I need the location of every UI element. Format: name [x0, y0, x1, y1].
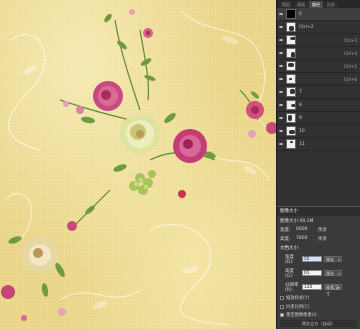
flower-thumb-icon	[286, 22, 296, 32]
layer-row[interactable]: 7	[277, 86, 360, 99]
resolution-label: 分辨率(R):	[285, 282, 299, 293]
scale-styles-checkbox[interactable]	[280, 296, 284, 301]
layer-name: 6	[299, 11, 302, 17]
doc-height-row: 高度(G): 65 厘米	[277, 266, 360, 280]
black-square-icon	[286, 9, 296, 19]
layer-list: 6 Ctrl+2 Ctrl+3 Ctrl+4 Ctrl+5 Ctrl+6 7 8 9 10 11	[277, 8, 360, 151]
image-size-text: 图像大小:49.1M	[280, 218, 314, 224]
doc-width-row: 宽度(D): 55 厘米	[277, 252, 360, 266]
scale-styles-row[interactable]: 缩放样式(Y)	[277, 294, 360, 302]
layer-row[interactable]: Ctrl+6	[277, 73, 360, 86]
pixel-width-label: 宽度:	[280, 227, 291, 233]
eye-icon[interactable]	[278, 102, 284, 108]
layer-row[interactable]: 9	[277, 112, 360, 125]
doc-height-unit-select[interactable]: 厘米	[324, 270, 342, 277]
layer-name: 8	[299, 102, 302, 108]
layer-row[interactable]: 6	[277, 8, 360, 21]
eye-icon[interactable]	[278, 50, 284, 56]
layer-row[interactable]: Ctrl+5	[277, 60, 360, 73]
layer-name: 7	[299, 89, 302, 95]
flower-thumb-icon	[286, 139, 296, 149]
resolution-input[interactable]: 120	[302, 284, 322, 290]
flower-thumb-icon	[286, 48, 296, 58]
image-size-info: 图像大小:49.1M	[277, 216, 360, 225]
eye-icon[interactable]	[278, 141, 284, 147]
pixel-width-value: 6600	[296, 227, 308, 232]
doc-width-label: 宽度(D):	[285, 254, 294, 265]
pixel-height-row: 高度: 7800 像素	[277, 234, 360, 243]
doc-width-unit-select[interactable]: 厘米	[324, 256, 342, 263]
eye-icon[interactable]	[278, 128, 284, 134]
layer-row[interactable]: Ctrl+3	[277, 34, 360, 47]
layer-name: 9	[299, 115, 302, 121]
flower-thumb-icon	[286, 74, 296, 84]
layer-shortcut: Ctrl+6	[343, 76, 357, 82]
eye-icon[interactable]	[278, 115, 284, 121]
eye-icon[interactable]	[278, 76, 284, 82]
layer-row[interactable]: 11	[277, 138, 360, 151]
document-size-section: 文档大小:	[280, 246, 300, 251]
layer-shortcut: Ctrl+5	[343, 63, 357, 69]
constrain-label: 约束比例(C)	[286, 304, 310, 310]
pixel-width-unit: 像素	[318, 227, 327, 233]
resample-method-select[interactable]: 两次立方（自动）	[280, 320, 357, 327]
layer-shortcut: Ctrl+4	[343, 50, 357, 56]
layer-row[interactable]: Ctrl+2	[277, 21, 360, 34]
layer-row[interactable]: Ctrl+4	[277, 47, 360, 60]
resample-row[interactable]: 重定图像像素(I):	[277, 311, 360, 319]
pixel-width-row: 宽度: 6600 像素	[277, 225, 360, 234]
layer-name: 10	[299, 128, 305, 134]
layers-panel: 图层 通道 路径 历史 6 Ctrl+2 Ctrl+3 Ctrl+4 Ctrl+5 Ctr…	[276, 0, 360, 206]
layer-name: Ctrl+2	[299, 24, 314, 30]
layer-row[interactable]: 10	[277, 125, 360, 138]
constrain-checkbox[interactable]	[280, 304, 284, 309]
flower-thumb-icon	[286, 61, 296, 71]
flower-thumb-icon	[286, 113, 296, 123]
constrain-row[interactable]: 约束比例(C)	[277, 302, 360, 310]
image-size-dialog: 图像大小 图像大小:49.1M 宽度: 6600 像素 高度: 7800 像素 …	[276, 206, 360, 329]
resolution-unit-select[interactable]: 像素/英寸	[324, 284, 342, 296]
flower-thumb-icon	[286, 87, 296, 97]
tab-layers[interactable]: 图层	[279, 1, 293, 8]
resample-checkbox[interactable]	[280, 312, 284, 317]
tab-history[interactable]: 历史	[324, 1, 338, 8]
flower-thumb-icon	[286, 35, 296, 45]
layer-row[interactable]: 8	[277, 99, 360, 112]
doc-width-input[interactable]: 55	[302, 256, 322, 262]
panel-tabs: 图层 通道 路径 历史	[277, 0, 360, 8]
dialog-title: 图像大小	[277, 207, 360, 216]
scale-styles-label: 缩放样式(Y)	[286, 296, 310, 302]
floral-artwork	[1, 9, 276, 326]
layer-name: 11	[299, 141, 305, 147]
eye-icon[interactable]	[278, 37, 284, 43]
pixel-height-label: 高度:	[280, 236, 291, 242]
doc-height-input[interactable]: 65	[302, 270, 322, 276]
doc-height-label: 高度(G):	[285, 268, 294, 279]
eye-icon[interactable]	[278, 63, 284, 69]
eye-icon[interactable]	[278, 24, 284, 30]
flower-thumb-icon	[286, 126, 296, 136]
tab-paths[interactable]: 路径	[309, 1, 323, 8]
resolution-row: 分辨率(R): 120 像素/英寸	[277, 280, 360, 296]
tab-channels[interactable]: 通道	[294, 1, 308, 8]
eye-icon[interactable]	[278, 89, 284, 95]
pixel-height-value: 7800	[296, 236, 308, 241]
layer-shortcut: Ctrl+3	[343, 37, 357, 43]
resample-label: 重定图像像素(I):	[286, 312, 318, 318]
eye-icon[interactable]	[278, 11, 284, 17]
pixel-height-unit: 像素	[318, 236, 327, 242]
flower-thumb-icon	[286, 100, 296, 110]
document-canvas[interactable]	[0, 0, 276, 329]
